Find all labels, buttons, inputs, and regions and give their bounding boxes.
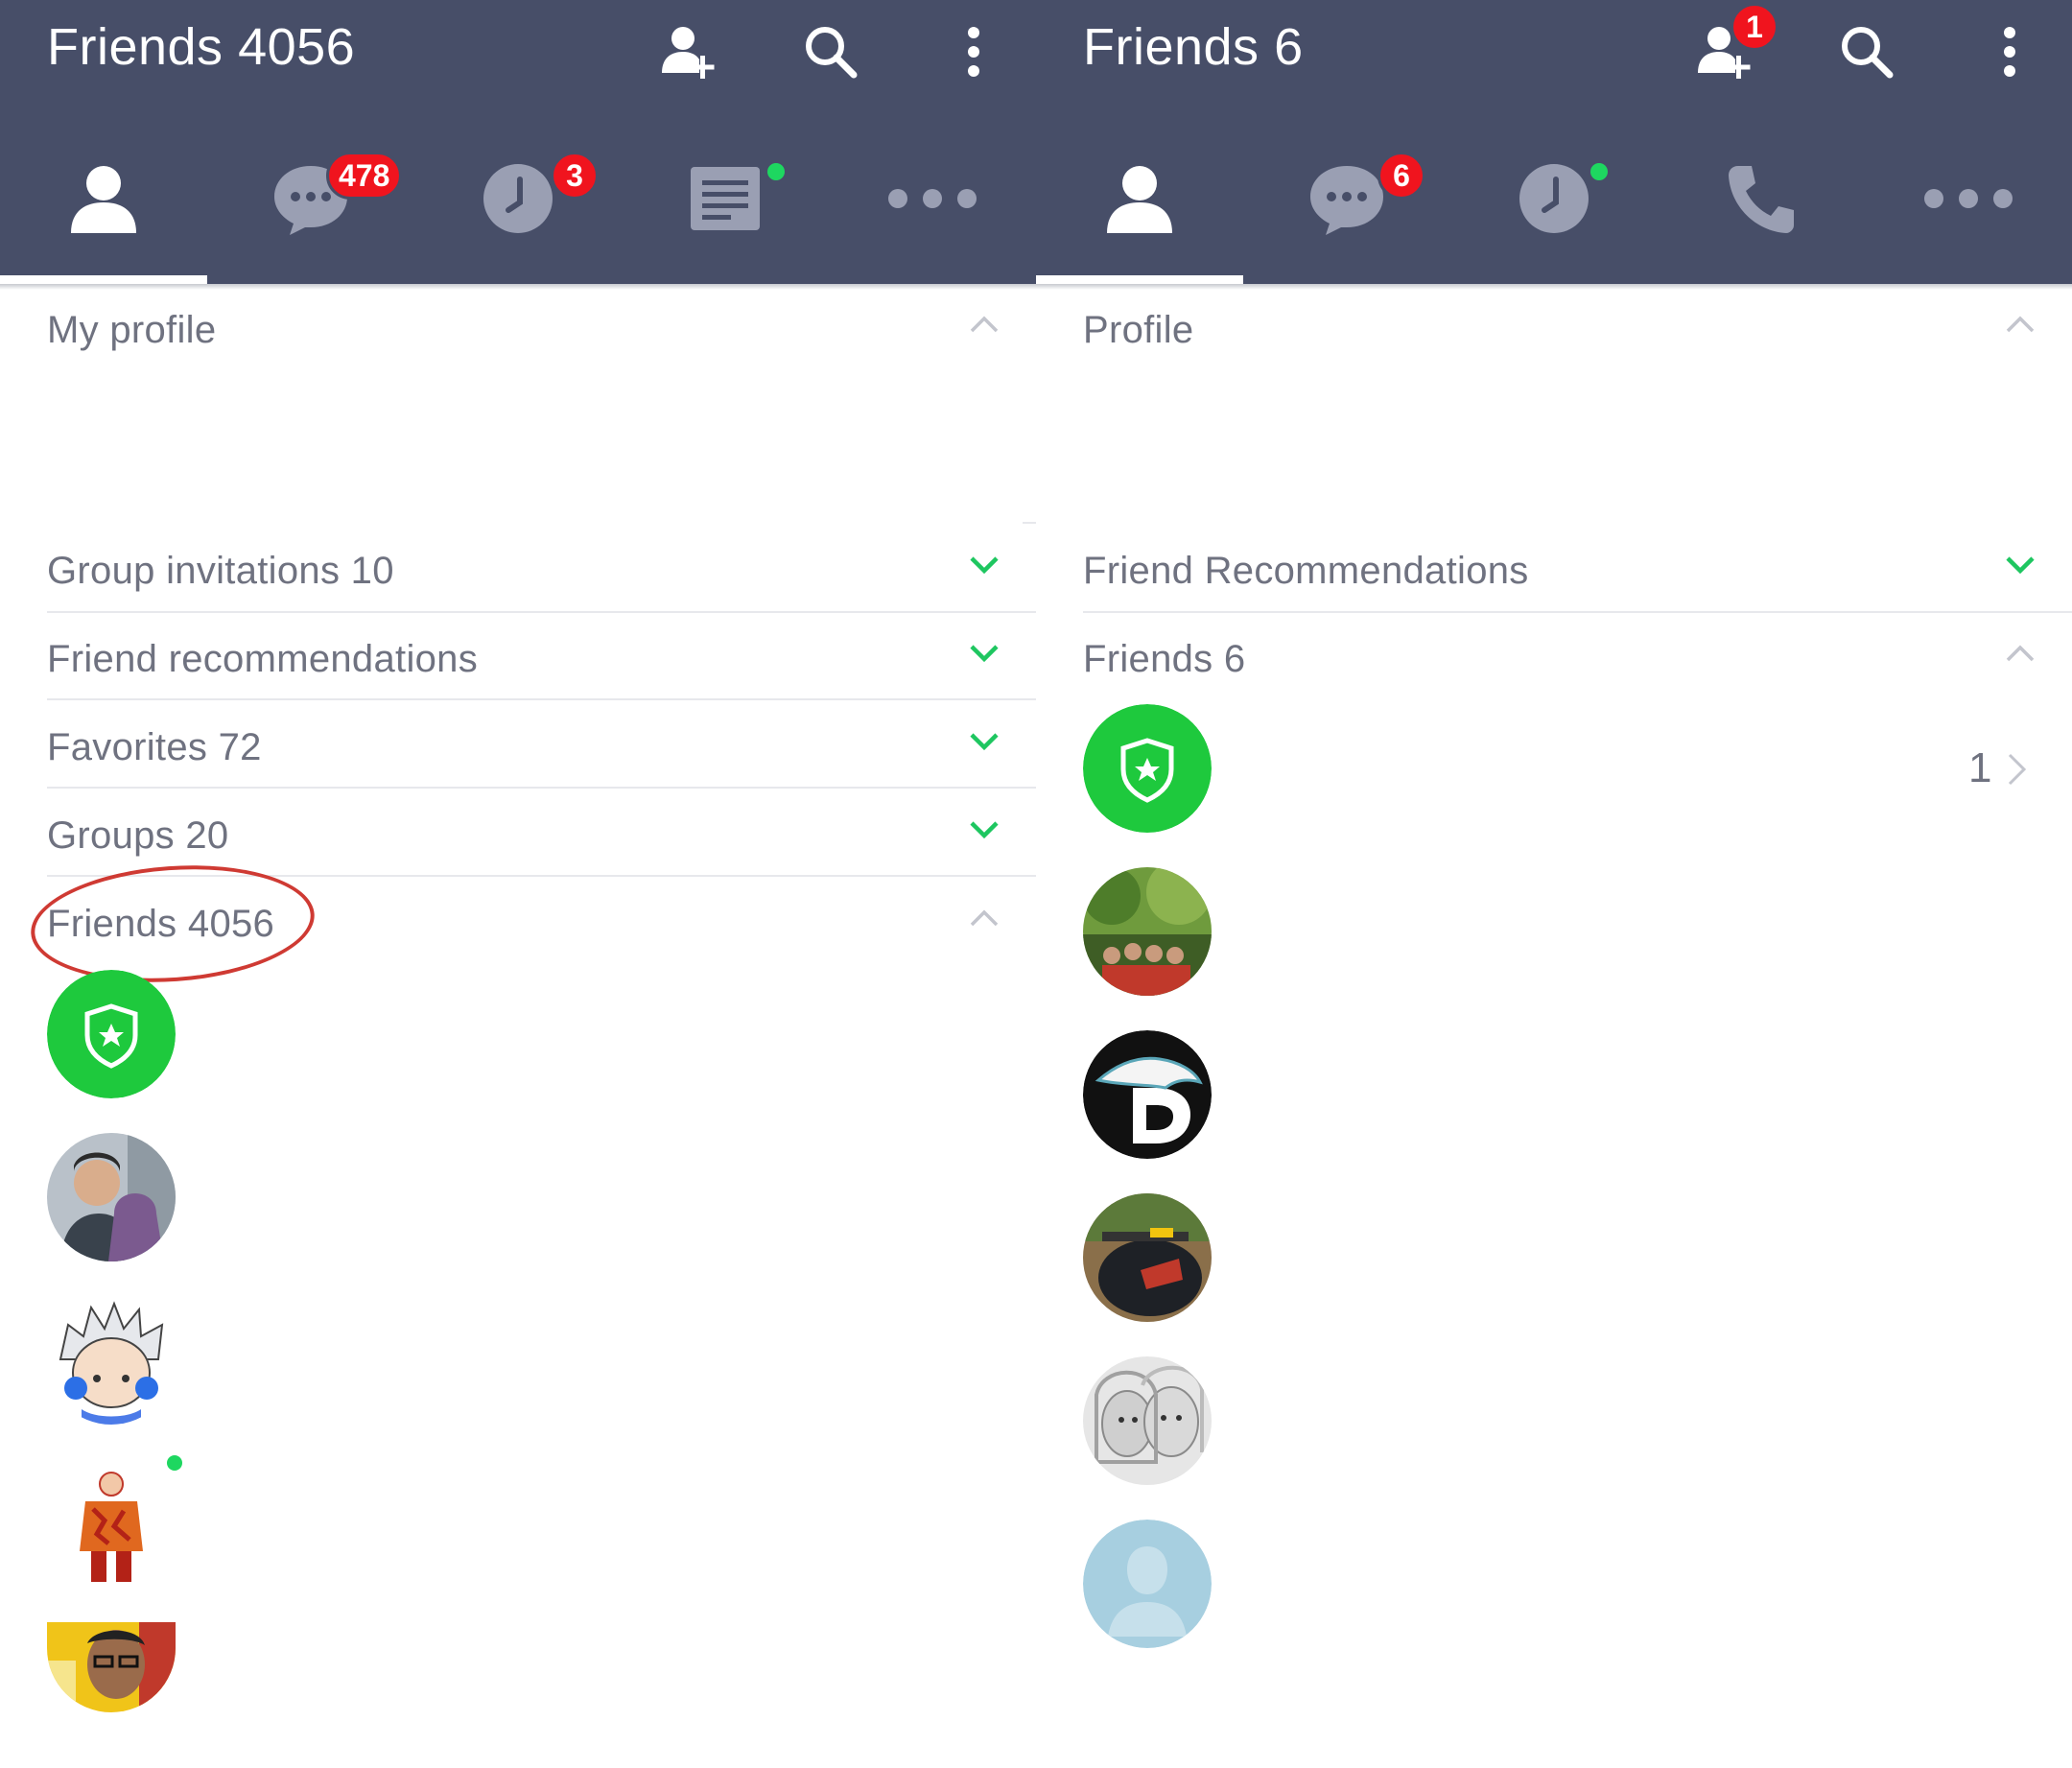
clock-icon [483, 164, 553, 233]
active-tab-indicator [1036, 275, 1243, 284]
timeline-new-dot [1590, 163, 1608, 180]
page-title: Friends 4056 [47, 18, 356, 76]
add-friend-icon [662, 27, 715, 79]
more-menu-button[interactable] [935, 13, 1012, 90]
section-friend-recommendations[interactable]: Friend Recommendations [1083, 527, 2072, 615]
section-friend-recommendations[interactable]: Friend recommendations [47, 615, 1036, 703]
right-screen: Friends 6 1 6 Profile Friend Recommendat… [1036, 0, 2072, 1768]
search-icon [806, 27, 858, 79]
photo-avatar [47, 1133, 176, 1261]
section-label: Friend Recommendations [1083, 549, 1529, 592]
divider [47, 787, 1036, 789]
more-horizontal-icon [888, 189, 977, 208]
tab-timeline[interactable] [1450, 134, 1658, 284]
divider [47, 698, 1036, 700]
tab-more[interactable] [829, 134, 1036, 284]
cartoon-avatar [47, 1296, 176, 1425]
tab-friends[interactable] [1036, 134, 1243, 284]
chevron-down-icon [970, 645, 999, 663]
photo-avatar [47, 1622, 176, 1712]
search-button[interactable] [792, 13, 869, 90]
section-label: Favorites 72 [47, 725, 262, 768]
friend-avatar[interactable] [47, 1296, 176, 1425]
tab-more[interactable] [1865, 134, 2072, 284]
tab-news[interactable] [622, 134, 829, 284]
default-user-icon [1083, 1520, 1212, 1648]
hat-logo-avatar [1083, 1030, 1212, 1159]
friend-avatar[interactable] [1083, 1030, 1212, 1159]
left-screen: Friends 4056 478 3 My profile Group invi… [0, 0, 1036, 1768]
person-icon [71, 166, 136, 233]
add-friend-button[interactable] [650, 13, 727, 90]
more-vertical-icon [968, 27, 979, 77]
section-label: Group invitations 10 [47, 549, 394, 592]
app-header: Friends 6 1 6 [1036, 0, 2072, 284]
chevron-up-icon [2006, 645, 2035, 662]
search-icon [1842, 27, 1894, 79]
person-icon [1107, 166, 1172, 233]
divider [1023, 522, 1036, 524]
official-account-count: 1 [1968, 744, 1992, 791]
tab-chats[interactable]: 6 [1243, 134, 1450, 284]
friend-avatar[interactable] [1083, 1193, 1212, 1322]
chevron-right-icon[interactable] [2007, 752, 2028, 787]
tab-chats[interactable]: 478 [207, 134, 414, 284]
more-vertical-icon [2004, 27, 2015, 77]
section-label: Friends 6 [1083, 637, 1246, 680]
timeline-badge: 3 [551, 152, 599, 200]
shield-star-icon [1083, 704, 1212, 833]
chats-unread-badge: 6 [1377, 152, 1425, 200]
news-icon [691, 167, 760, 230]
search-button[interactable] [1828, 13, 1905, 90]
friend-avatar[interactable] [1083, 1356, 1212, 1485]
app-header: Friends 4056 478 3 [0, 0, 1036, 284]
section-label: My profile [47, 308, 217, 351]
more-horizontal-icon [1924, 189, 2013, 208]
section-label: Profile [1083, 308, 1194, 351]
chevron-down-icon [2006, 556, 2035, 575]
chevron-down-icon [970, 821, 999, 839]
group-photo-avatar [1083, 867, 1212, 996]
person-illustration-avatar [47, 1459, 176, 1588]
chevron-down-icon [970, 733, 999, 751]
divider [1083, 611, 2072, 613]
news-new-dot [767, 163, 785, 180]
friend-avatar[interactable] [1083, 1520, 1212, 1648]
official-account-avatar[interactable] [1083, 704, 1212, 833]
official-account-avatar[interactable] [47, 970, 176, 1098]
motorbike-photo-avatar [1083, 1193, 1212, 1322]
chevron-up-icon [970, 909, 999, 927]
section-my-profile[interactable]: My profile [47, 286, 1036, 374]
chat-bubble-icon [1310, 166, 1383, 235]
tab-friends[interactable] [0, 134, 207, 284]
divider [47, 611, 1036, 613]
tab-calls[interactable] [1658, 134, 1865, 284]
chevron-up-icon [2006, 316, 2035, 333]
friend-avatar[interactable] [1083, 867, 1212, 996]
tab-bar: 478 3 [0, 134, 1036, 284]
section-label: Groups 20 [47, 813, 229, 857]
online-indicator [167, 1455, 182, 1471]
section-group-invitations[interactable]: Group invitations 10 [47, 527, 1036, 615]
chevron-down-icon [970, 556, 999, 575]
section-label: Friend recommendations [47, 637, 479, 680]
section-favorites[interactable]: Favorites 72 [47, 703, 1036, 791]
tab-timeline[interactable]: 3 [414, 134, 622, 284]
page-title: Friends 6 [1083, 18, 1304, 76]
clock-icon [1519, 164, 1589, 233]
chevron-up-icon [970, 316, 999, 333]
shield-star-icon [47, 970, 176, 1098]
add-friend-badge: 1 [1731, 3, 1778, 51]
chats-unread-badge: 478 [326, 152, 403, 200]
active-tab-indicator [0, 275, 207, 284]
friend-avatar[interactable] [47, 1133, 176, 1261]
friend-avatar[interactable] [47, 1459, 176, 1588]
section-profile[interactable]: Profile [1083, 286, 2072, 374]
bw-photo-avatar [1083, 1356, 1212, 1485]
tab-bar: 6 [1036, 134, 2072, 284]
more-menu-button[interactable] [1971, 13, 2048, 90]
friend-avatar[interactable] [47, 1622, 176, 1712]
phone-icon [1729, 166, 1794, 233]
section-friends[interactable]: Friends 6 [1083, 615, 2072, 703]
